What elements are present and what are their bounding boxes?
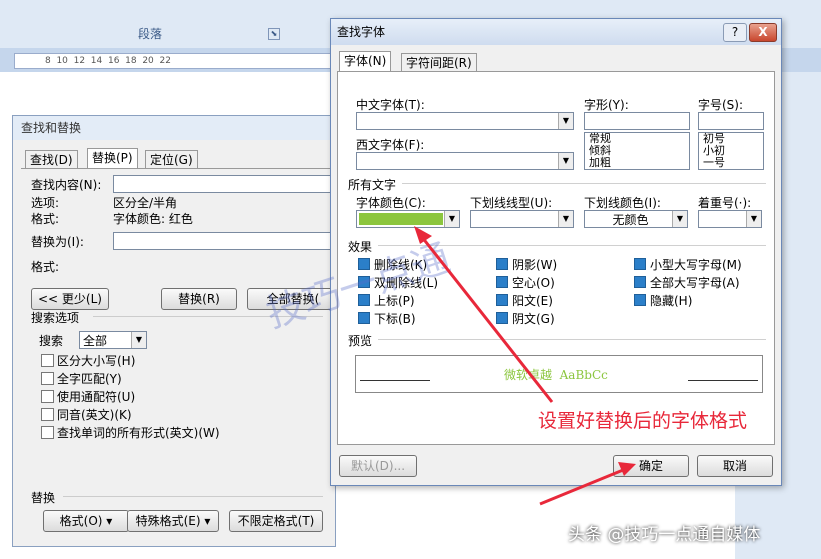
arrow-to-ok-button bbox=[539, 466, 629, 506]
annotation-arrows bbox=[414, 226, 636, 506]
arrow-to-font-color bbox=[416, 231, 554, 403]
arrowhead-icon bbox=[618, 462, 636, 476]
arrowhead-icon bbox=[414, 226, 432, 244]
credit-text: 头条 @技巧一点通自媒体 bbox=[568, 525, 761, 545]
